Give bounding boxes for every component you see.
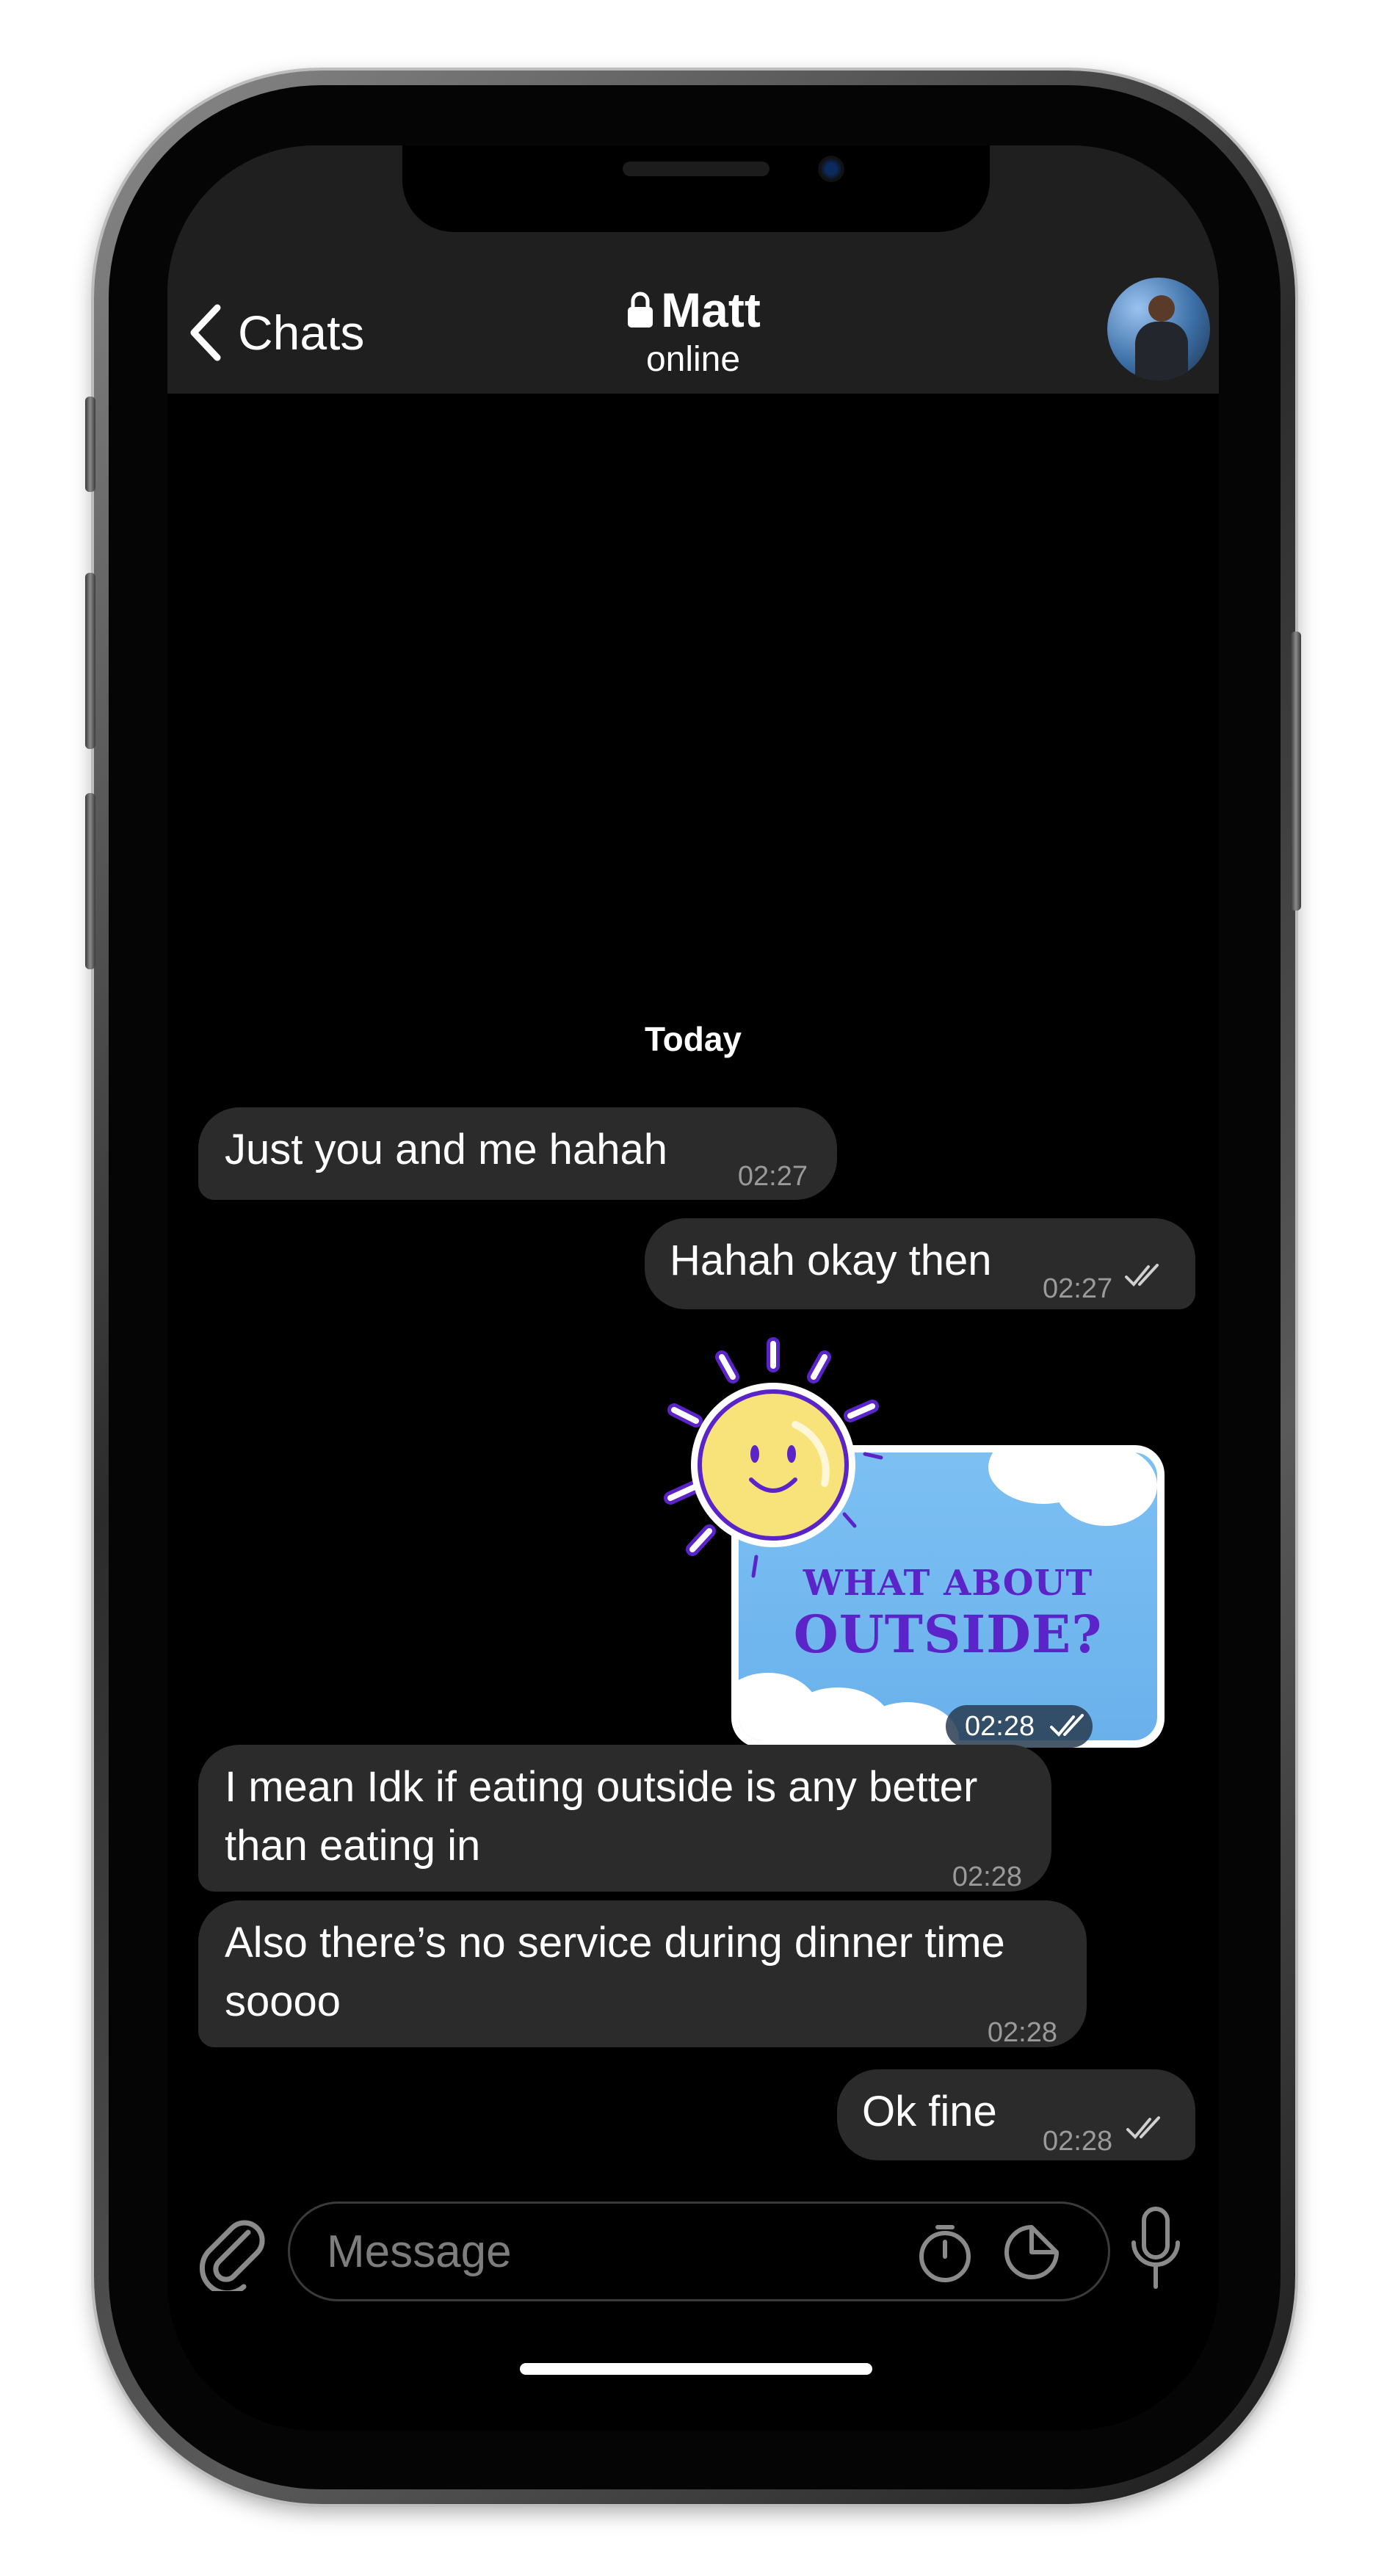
message-text: Ok fine	[862, 2088, 997, 2135]
contact-name: Matt	[661, 283, 761, 337]
sun-illustration	[664, 1337, 883, 1578]
microphone-icon[interactable]	[1126, 2204, 1185, 2293]
message-text: Also there’s no service during dinner ti…	[225, 1919, 1005, 2025]
read-checks-icon	[1050, 1714, 1084, 1737]
message-text: Just you and me hahah	[225, 1126, 667, 1173]
message-bubble-incoming[interactable]: I mean Idk if eating outside is any bett…	[198, 1745, 1051, 1892]
cloud	[1054, 1452, 1157, 1526]
message-text: I mean Idk if eating outside is any bett…	[225, 1763, 978, 1870]
sticker-icon[interactable]	[999, 2220, 1064, 2284]
earpiece-speaker	[623, 162, 769, 176]
contact-avatar[interactable]	[1107, 278, 1210, 380]
message-time: 02:28	[987, 2017, 1057, 2048]
screen: Chats Matt online Today Just you and me …	[167, 145, 1219, 2431]
message-text: Hahah okay then	[670, 1237, 992, 1284]
message-time: 02:28	[965, 1711, 1035, 1742]
contact-status: online	[645, 340, 741, 379]
front-camera	[818, 156, 844, 182]
chat-title-area[interactable]: Matt online	[167, 282, 1219, 380]
message-time: 02:28	[1043, 2126, 1113, 2157]
message-bubble-incoming[interactable]: Also there’s no service during dinner ti…	[198, 1900, 1087, 2048]
message-bubble-incoming[interactable]: Just you and me hahah 02:27	[198, 1107, 837, 1200]
message-time: 02:28	[952, 1862, 1022, 1892]
paperclip-icon[interactable]	[197, 2210, 267, 2291]
message-placeholder: Message	[327, 2226, 512, 2277]
message-bubble-outgoing[interactable]: Ok fine 02:28	[837, 2069, 1195, 2160]
lock-icon	[628, 292, 653, 328]
volume-up-button	[85, 573, 95, 749]
timer-icon[interactable]	[913, 2220, 977, 2284]
read-checks-icon	[1125, 1264, 1159, 1287]
avatar-body	[1135, 322, 1188, 380]
sticker-time-badge: 02:28	[946, 1705, 1093, 1748]
notch	[402, 145, 990, 232]
sticker-message[interactable]: WHAT ABOUT OUTSIDE? 02:28	[645, 1336, 1173, 1770]
message-time: 02:27	[1043, 1273, 1113, 1304]
message-bubble-outgoing[interactable]: Hahah okay then 02:27	[645, 1218, 1195, 1309]
volume-down-button	[85, 793, 95, 969]
power-button	[1291, 632, 1301, 911]
contact-title: Matt	[626, 282, 761, 338]
action-button	[85, 397, 95, 492]
date-divider: Today	[644, 1020, 742, 1058]
sticker-text-line2: OUTSIDE?	[793, 1604, 1103, 1665]
avatar-head	[1148, 295, 1175, 322]
message-input[interactable]: Message	[288, 2201, 1110, 2301]
home-indicator[interactable]	[520, 2363, 872, 2375]
message-time: 02:27	[737, 1161, 808, 1192]
read-checks-icon	[1126, 2116, 1160, 2139]
message-composer: Message	[167, 2178, 1219, 2431]
